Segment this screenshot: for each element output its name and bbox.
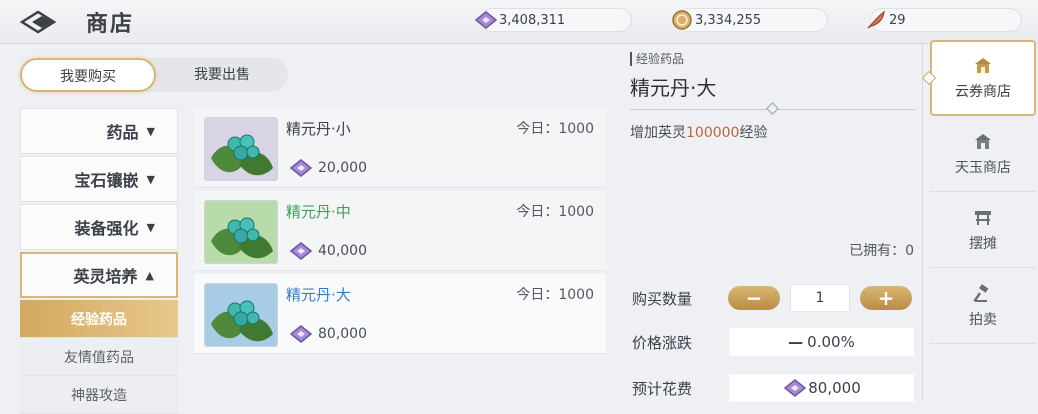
item-list: 精元丹·小 今日：1000 20,000 精元丹·中 今日：1000 40,00… — [194, 108, 606, 357]
estimated-cost-value: 80,000 — [729, 374, 914, 402]
item-daily-stock: 今日：1000 — [516, 204, 594, 220]
nav-label: 天玉商店 — [955, 159, 1011, 176]
quantity-label: 购买数量 — [632, 289, 693, 308]
detail-divider — [630, 102, 916, 115]
panel-divider — [922, 44, 923, 400]
buy-sell-tabs: 我要购买 我要出售 — [20, 58, 288, 92]
tab-stall[interactable]: 摆摊 — [930, 192, 1036, 268]
quantity-row: 购买数量 − 1 + — [632, 284, 912, 312]
ticket-icon — [289, 159, 313, 177]
category-medicine[interactable]: 药品 ▼ — [20, 108, 178, 154]
ticket-icon — [289, 325, 313, 343]
item-price: 80,000 — [288, 324, 367, 344]
item-price-value: 20,000 — [318, 160, 367, 176]
estimated-cost-label: 预计花费 — [632, 380, 693, 398]
diamond-ornament-icon — [921, 70, 937, 86]
currency-feather: 29 — [867, 8, 1022, 32]
item-daily-stock: 今日：1000 — [516, 121, 594, 137]
nav-label: 云券商店 — [955, 84, 1011, 100]
grape-icon — [211, 217, 273, 259]
tab-auction[interactable]: 拍卖 — [930, 268, 1036, 344]
item-daily-stock: 今日：1000 — [516, 287, 594, 303]
tab-jade-shop[interactable]: 天玉商店 — [930, 116, 1036, 192]
jade-shop-icon — [975, 133, 991, 149]
auction-hammer-icon — [973, 283, 989, 302]
desc-prefix: 增加英灵 — [630, 125, 686, 141]
increase-quantity-button[interactable]: + — [860, 286, 912, 310]
shop-nav: 云券商店 天玉商店 摆摊 拍卖 — [921, 40, 1036, 400]
detail-description: 增加英灵100000经验 — [630, 122, 916, 142]
coin-icon — [669, 8, 695, 32]
detail-name: 精元丹·大 — [630, 76, 717, 100]
ticket-icon — [289, 242, 313, 260]
list-item[interactable]: 精元丹·大 今日：1000 80,000 — [194, 274, 606, 354]
currency-value: 3,408,311 — [499, 12, 566, 28]
item-thumbnail — [204, 283, 278, 347]
grape-icon — [211, 134, 273, 176]
estimated-cost-text: 80,000 — [808, 379, 861, 397]
page-title: 商店 — [86, 12, 135, 37]
item-thumbnail — [204, 200, 278, 264]
item-price-value: 40,000 — [318, 243, 367, 259]
grape-icon — [211, 300, 273, 342]
cloud-shop-icon — [975, 58, 991, 73]
item-price: 40,000 — [288, 241, 367, 261]
item-name: 精元丹·中 — [286, 203, 351, 221]
category-hero-training[interactable]: 英灵培养 ▲ — [20, 252, 178, 298]
tab-buy[interactable]: 我要购买 — [20, 58, 156, 92]
price-change-value: — 0.00% — [729, 328, 914, 356]
dash-icon: — — [788, 333, 804, 351]
nav-label: 摆摊 — [969, 235, 997, 252]
back-arrow-icon[interactable] — [18, 8, 62, 36]
item-detail-panel: 经验药品 精元丹·大 增加英灵100000经验 — [630, 52, 916, 142]
decrease-quantity-button[interactable]: − — [728, 286, 780, 310]
chevron-down-icon: ▼ — [146, 172, 155, 186]
list-item[interactable]: 精元丹·小 今日：1000 20,000 — [194, 108, 606, 188]
item-thumbnail — [204, 117, 278, 181]
currency-coin: 3,334,255 — [672, 8, 828, 32]
desc-value: 100000 — [686, 125, 740, 141]
category-equip-enhance[interactable]: 装备强化 ▼ — [20, 204, 178, 250]
subcategory-artifact[interactable]: 神器攻造 — [20, 376, 178, 414]
owned-count: 已拥有：0 — [849, 243, 914, 259]
tab-sell[interactable]: 我要出售 — [156, 58, 288, 92]
list-item[interactable]: 精元丹·中 今日：1000 40,000 — [194, 191, 606, 271]
category-label: 英灵培养 — [73, 267, 138, 286]
nav-label: 拍卖 — [969, 311, 997, 328]
top-bar: 商店 3,408,311 3,334,255 29 — [0, 0, 1038, 44]
currency-ticket: 3,408,311 — [474, 8, 632, 32]
tab-cloud-shop[interactable]: 云券商店 — [921, 40, 1036, 116]
subcategory-exp-medicine[interactable]: 经验药品 — [20, 300, 178, 338]
ticket-icon — [473, 8, 499, 32]
stall-icon — [975, 210, 991, 225]
category-label: 装备强化 — [74, 219, 139, 238]
price-change-text: 0.00% — [807, 333, 855, 351]
desc-suffix: 经验 — [739, 125, 768, 141]
subcategory-friendship-medicine[interactable]: 友情值药品 — [20, 338, 178, 376]
quantity-input[interactable]: 1 — [790, 284, 850, 312]
ticket-icon — [784, 379, 807, 397]
category-label: 宝石镶嵌 — [74, 171, 139, 190]
item-price: 20,000 — [288, 158, 367, 178]
chevron-up-icon: ▲ — [145, 268, 154, 282]
chevron-down-icon: ▼ — [146, 220, 155, 234]
currency-value: 3,334,255 — [695, 12, 762, 28]
chevron-down-icon: ▼ — [146, 124, 155, 138]
category-gem-inlay[interactable]: 宝石镶嵌 ▼ — [20, 156, 178, 202]
item-price-value: 80,000 — [318, 326, 367, 342]
detail-type: 经验药品 — [630, 52, 916, 66]
category-label: 药品 — [106, 123, 139, 142]
feather-icon — [863, 8, 889, 32]
price-change-label: 价格涨跌 — [632, 334, 693, 352]
item-name: 精元丹·大 — [286, 286, 351, 304]
item-name: 精元丹·小 — [286, 120, 351, 138]
category-list: 药品 ▼ 宝石镶嵌 ▼ 装备强化 ▼ 英灵培养 ▲ 经验药品 友情值药品 神器攻… — [20, 108, 178, 414]
diamond-ornament-icon — [766, 102, 779, 115]
currency-value: 29 — [889, 12, 906, 28]
